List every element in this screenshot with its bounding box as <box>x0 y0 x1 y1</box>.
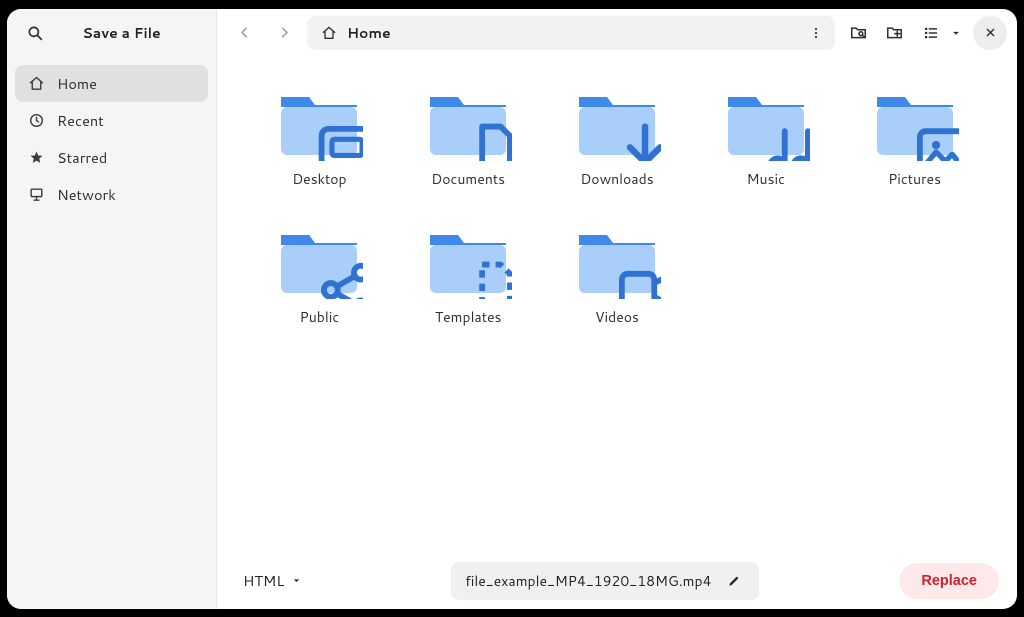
folder-item[interactable]: Templates <box>402 219 535 333</box>
back-button[interactable] <box>227 16 261 50</box>
folder-item[interactable]: Public <box>253 219 386 333</box>
sidebar: Save a File Home Recent Starred Network <box>7 9 217 609</box>
folder-label: Videos <box>595 307 639 327</box>
folder-label: Public <box>300 307 340 327</box>
sidebar-header: Save a File <box>7 9 216 57</box>
sidebar-item-label: Network <box>57 184 116 205</box>
search-icon <box>26 24 44 42</box>
filename-text: file_example_MP4_1920_18MG.mp4 <box>465 571 711 591</box>
folder-item[interactable]: Documents <box>402 81 535 195</box>
folder-icon <box>424 87 512 161</box>
view-mode-menu-button[interactable] <box>945 16 967 50</box>
view-mode-button[interactable] <box>917 16 945 50</box>
footer: HTML file_example_MP4_1920_18MG.mp4 Repl… <box>217 553 1017 609</box>
sidebar-item-network[interactable]: Network <box>15 176 208 213</box>
folder-icon <box>275 87 363 161</box>
list-view-icon <box>922 24 940 42</box>
chevron-left-icon <box>236 24 253 41</box>
folder-label: Downloads <box>580 169 653 189</box>
caret-down-icon <box>290 574 303 587</box>
sidebar-item-label: Recent <box>57 110 104 131</box>
folder-new-icon <box>885 23 904 42</box>
folder-item[interactable]: Pictures <box>848 81 981 195</box>
close-button[interactable] <box>973 16 1007 50</box>
pencil-icon <box>726 573 742 589</box>
path-menu-button[interactable] <box>803 20 829 46</box>
main-panel: Home Desktop Documents Downloads Music Pictu… <box>217 9 1017 609</box>
search-button[interactable] <box>23 21 47 45</box>
folder-icon <box>424 225 512 299</box>
folder-label: Desktop <box>292 169 346 189</box>
folder-label: Templates <box>435 307 502 327</box>
sidebar-list: Home Recent Starred Network <box>7 57 216 221</box>
home-icon <box>321 25 337 41</box>
filename-edit-button[interactable] <box>723 570 745 592</box>
folder-item[interactable]: Videos <box>551 219 684 333</box>
new-folder-button[interactable] <box>877 16 911 50</box>
save-file-dialog: Save a File Home Recent Starred Network <box>7 9 1017 609</box>
sidebar-item-home[interactable]: Home <box>15 65 208 102</box>
sidebar-item-starred[interactable]: Starred <box>15 139 208 176</box>
folder-search-icon <box>849 23 868 42</box>
folder-icon <box>275 225 363 299</box>
home-icon <box>27 74 45 92</box>
forward-button[interactable] <box>267 16 301 50</box>
sidebar-item-label: Home <box>57 73 97 94</box>
folder-label: Music <box>747 169 785 189</box>
search-folder-button[interactable] <box>841 16 875 50</box>
window-title: Save a File <box>63 23 200 43</box>
sidebar-item-label: Starred <box>57 147 107 168</box>
folder-label: Pictures <box>888 169 941 189</box>
replace-button[interactable]: Replace <box>899 563 999 599</box>
folder-grid: Desktop Documents Downloads Music Pictures Pu… <box>217 57 1017 553</box>
star-icon <box>27 148 45 166</box>
caret-down-icon <box>949 26 963 40</box>
folder-icon <box>573 225 661 299</box>
folder-icon <box>573 87 661 161</box>
folder-icon <box>722 87 810 161</box>
folder-label: Documents <box>431 169 505 189</box>
toolbar: Home <box>217 9 1017 57</box>
folder-item[interactable]: Downloads <box>551 81 684 195</box>
folder-icon <box>871 87 959 161</box>
network-icon <box>27 185 45 203</box>
recent-icon <box>27 111 45 129</box>
close-icon <box>983 25 998 40</box>
kebab-icon <box>808 25 824 41</box>
folder-item[interactable]: Desktop <box>253 81 386 195</box>
filename-bar: file_example_MP4_1920_18MG.mp4 <box>451 562 759 600</box>
folder-item[interactable]: Music <box>699 81 832 195</box>
chevron-right-icon <box>276 24 293 41</box>
sidebar-item-recent[interactable]: Recent <box>15 102 208 139</box>
path-label: Home <box>347 23 391 43</box>
path-bar[interactable]: Home <box>307 16 835 50</box>
format-selector[interactable]: HTML <box>235 564 311 597</box>
format-label: HTML <box>243 570 284 591</box>
